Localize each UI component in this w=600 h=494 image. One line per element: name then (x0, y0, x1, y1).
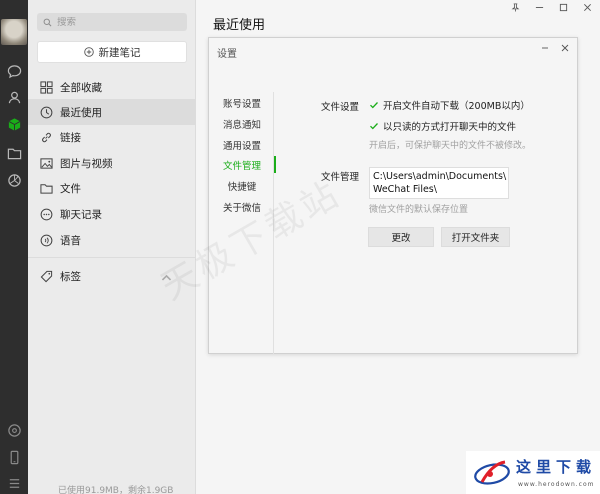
save-path-field[interactable]: C:\Users\admin\Documents\ WeChat Files\ (369, 167, 509, 199)
settings-tab-about[interactable]: 关于微信 (209, 196, 275, 217)
open-folder-button[interactable]: 打开文件夹 (441, 227, 510, 247)
sidebar-item-label: 图片与视频 (60, 157, 113, 170)
menu-icon[interactable] (4, 473, 24, 493)
sidebar-item-label: 全部收藏 (60, 81, 102, 94)
site-logo: 这里下载 www.herodown.com (466, 451, 600, 494)
contacts-icon[interactable] (4, 87, 24, 107)
sidebar-item-label: 最近使用 (60, 106, 102, 119)
voice-icon (40, 234, 53, 246)
search-box[interactable] (37, 13, 187, 31)
logo-url: www.herodown.com (518, 481, 595, 488)
read-only-checkbox[interactable]: 以只读的方式打开聊天中的文件 (369, 119, 516, 133)
image-icon (40, 157, 53, 169)
settings-tab-general[interactable]: 通用设置 (209, 134, 275, 155)
auto-download-checkbox[interactable]: 开启文件自动下载（200MB以内） (369, 98, 530, 112)
window-controls (508, 1, 594, 13)
sidebar-item-voice[interactable]: 语音 (28, 227, 196, 253)
folder-icon (40, 183, 53, 194)
search-icon (43, 18, 52, 26)
sidebar-item-media[interactable]: 图片与视频 (28, 150, 196, 176)
pin-icon (511, 2, 519, 12)
file-settings-label: 文件设置 (321, 102, 360, 113)
sidebar-divider (28, 257, 196, 258)
phone-icon[interactable] (4, 447, 24, 467)
pin-button[interactable] (508, 1, 522, 13)
grid-icon (40, 80, 53, 94)
search-input[interactable] (57, 16, 177, 28)
dialog-title: 设置 (217, 49, 237, 60)
read-only-hint: 开启后，可保护聊天中的文件不被修改。 (369, 141, 532, 151)
sidebar-item-label: 标签 (60, 270, 81, 283)
avatar[interactable] (1, 19, 27, 45)
change-button[interactable]: 更改 (368, 227, 434, 247)
minimize-icon (535, 6, 543, 8)
chevron-up-icon[interactable] (160, 271, 173, 284)
storage-usage: 已使用91.9MB，剩余1.9GB (58, 486, 174, 494)
tag-icon (40, 270, 53, 282)
sidebar-item-chat-history[interactable]: 聊天记录 (28, 201, 196, 227)
sidebar-item-label: 语音 (60, 234, 81, 247)
sidebar-item-recent[interactable]: 最近使用 (28, 99, 196, 125)
favorites-cube-icon[interactable] (4, 114, 24, 134)
new-note-label: 新建笔记 (98, 46, 141, 59)
dialog-close-button[interactable] (559, 42, 571, 54)
close-icon (583, 3, 591, 11)
settings-dialog: 设置 账号设置 消息通知 通用设置 文件管理 快捷键 关于微信 文件设置 开启文… (208, 37, 578, 354)
link-icon (42, 132, 51, 142)
chat-icon (40, 208, 53, 220)
new-note-button[interactable]: 新建笔记 (37, 41, 187, 63)
favorites-sidebar: 新建笔记 全部收藏 最近使用 链接 图片与视频 文件 聊天记录 语音 标签 已使… (28, 0, 196, 494)
icon-rail (0, 0, 28, 494)
dialog-minimize-button[interactable] (539, 42, 551, 54)
moments-icon[interactable] (4, 170, 24, 190)
close-button[interactable] (580, 1, 594, 13)
check-icon (370, 123, 378, 130)
folder-icon[interactable] (4, 143, 24, 163)
file-management-label: 文件管理 (321, 172, 360, 183)
sidebar-item-label: 文件 (60, 182, 81, 195)
sidebar-item-all-favorites[interactable]: 全部收藏 (28, 74, 196, 100)
check-icon (370, 102, 378, 109)
settings-tab-file-management[interactable]: 文件管理 (209, 154, 276, 175)
settings-tab-notifications[interactable]: 消息通知 (209, 113, 275, 134)
settings-tab-account[interactable]: 账号设置 (209, 92, 275, 113)
logo-swoosh-icon (474, 460, 510, 485)
sidebar-item-files[interactable]: 文件 (28, 175, 196, 201)
sidebar-item-label: 链接 (60, 131, 81, 144)
sidebar-item-links[interactable]: 链接 (28, 124, 196, 150)
plus-circle-icon (83, 47, 94, 57)
minimize-icon (542, 47, 548, 49)
auto-download-label: 开启文件自动下载（200MB以内） (383, 101, 530, 112)
read-only-label: 以只读的方式打开聊天中的文件 (383, 122, 517, 133)
dialog-controls (539, 42, 571, 54)
clock-icon (40, 106, 53, 118)
maximize-button[interactable] (556, 1, 570, 13)
maximize-icon (559, 3, 567, 11)
sidebar-item-label: 聊天记录 (60, 208, 102, 221)
settings-tab-shortcuts[interactable]: 快捷键 (209, 175, 275, 196)
sidebar-item-tags[interactable]: 标签 (28, 263, 196, 289)
minimize-button[interactable] (532, 1, 546, 13)
chat-icon[interactable] (4, 61, 24, 81)
save-path-hint: 微信文件的默认保存位置 (369, 205, 469, 215)
close-icon (561, 44, 569, 52)
mini-program-icon[interactable] (4, 420, 24, 440)
page-title: 最近使用 (213, 18, 266, 33)
logo-text: 这里下载 (516, 458, 597, 476)
